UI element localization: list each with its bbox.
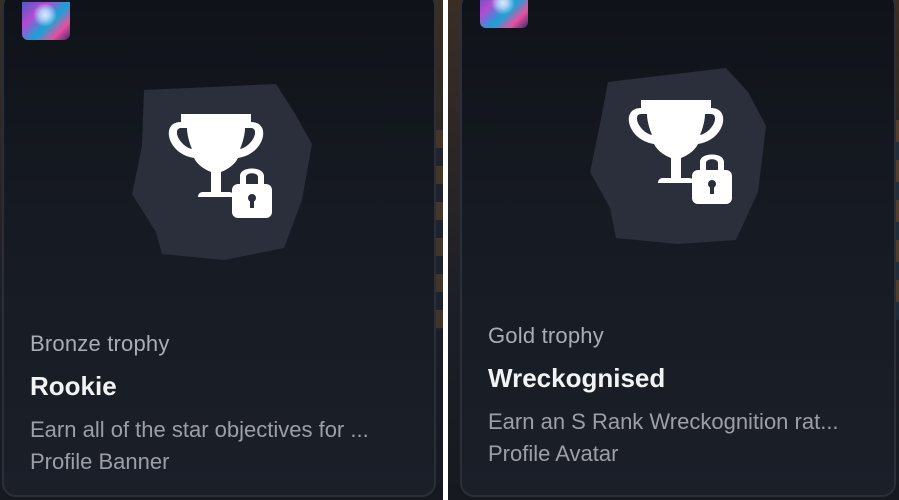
screenshot-divider — [443, 0, 448, 500]
trophy-locked-icon — [126, 82, 316, 262]
trophy-description: Earn all of the star objectives for ... — [30, 417, 369, 442]
trophy-screen: Bronze trophy Rookie Earn all of the sta… — [0, 0, 899, 500]
trophy-card-wreckognised[interactable]: Gold trophy Wreckognised Earn an S Rank … — [460, 0, 896, 497]
trophy-grade: Bronze trophy — [30, 331, 170, 356]
trophy-name: Wreckognised — [488, 363, 666, 393]
trophy-reward: Profile Avatar — [488, 441, 619, 466]
game-icon — [22, 0, 70, 40]
trophy-description: Earn an S Rank Wreckognition rat... — [488, 409, 839, 434]
trophy-locked-icon — [586, 68, 776, 248]
trophy-details: Gold trophy Wreckognised Earn an S Rank … — [488, 322, 874, 470]
trophy-details: Bronze trophy Rookie Earn all of the sta… — [30, 330, 414, 478]
trophy-reward: Profile Banner — [30, 449, 170, 474]
game-icon — [480, 0, 528, 28]
trophy-grade: Gold trophy — [488, 323, 604, 348]
trophy-card-rookie[interactable]: Bronze trophy Rookie Earn all of the sta… — [2, 0, 436, 497]
trophy-name: Rookie — [30, 371, 117, 401]
